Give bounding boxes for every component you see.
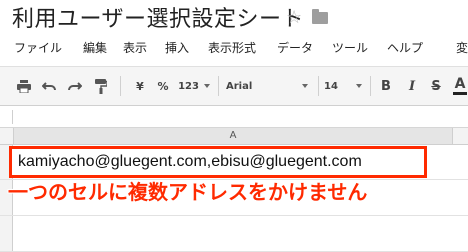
row-divider bbox=[0, 215, 468, 216]
undo-icon bbox=[42, 82, 56, 91]
italic-button[interactable]: I bbox=[404, 67, 420, 105]
chevron-down-icon bbox=[203, 84, 210, 88]
toolbar-divider bbox=[120, 76, 121, 96]
toolbar-divider bbox=[318, 76, 319, 96]
paint-roller-icon bbox=[95, 78, 107, 94]
menu-bar: ファイル 編集 表示 挿入 表示形式 データ ツール ヘルプ 変 bbox=[0, 38, 468, 60]
text-color-button[interactable]: A bbox=[452, 67, 468, 105]
paint-format-button[interactable] bbox=[90, 67, 112, 105]
font-family-select[interactable]: Arial bbox=[226, 67, 314, 105]
text-color-swatch bbox=[453, 92, 467, 95]
strikethrough-button[interactable]: S bbox=[428, 67, 444, 105]
redo-icon bbox=[68, 82, 82, 91]
more-formats-dropdown[interactable]: 123 bbox=[176, 67, 212, 105]
menu-format[interactable]: 表示形式 bbox=[208, 40, 256, 56]
star-icon[interactable]: ☆ bbox=[286, 8, 302, 28]
title-row: 利用ユーザー選択設定シート ☆ bbox=[0, 0, 468, 38]
menu-file[interactable]: ファイル bbox=[14, 40, 62, 56]
formula-bar-divider bbox=[12, 110, 13, 124]
currency-format-button[interactable]: ¥ bbox=[132, 67, 148, 105]
undo-button[interactable] bbox=[38, 67, 60, 105]
toolbar-divider bbox=[218, 76, 219, 96]
toolbar-divider bbox=[370, 76, 371, 96]
cell-a1-value: kamiyacho@gluegent.com,ebisu@gluegent.co… bbox=[18, 153, 362, 170]
document-title[interactable]: 利用ユーザー選択設定シート bbox=[12, 6, 304, 34]
percent-format-button[interactable]: % bbox=[154, 67, 172, 105]
redo-button[interactable] bbox=[64, 67, 86, 105]
chevron-down-icon bbox=[355, 84, 362, 88]
text-color-label: A bbox=[454, 76, 466, 92]
column-header-row: A bbox=[0, 128, 468, 145]
font-size-select[interactable]: 14 bbox=[324, 67, 366, 105]
print-button[interactable] bbox=[13, 67, 35, 105]
annotation-text: 一つのセルに複数アドレスをかけません bbox=[8, 180, 368, 204]
font-size-label: 14 bbox=[324, 80, 338, 92]
font-family-label: Arial bbox=[226, 80, 253, 92]
toolbar: ¥ % 123 Arial 14 B I S A bbox=[0, 66, 468, 106]
menu-insert[interactable]: 挿入 bbox=[165, 40, 189, 56]
folder-icon[interactable] bbox=[312, 9, 328, 24]
bold-button[interactable]: B bbox=[378, 67, 394, 105]
cell-a1[interactable]: kamiyacho@gluegent.com,ebisu@gluegent.co… bbox=[9, 146, 427, 178]
formula-bar[interactable] bbox=[0, 106, 468, 128]
print-icon bbox=[17, 79, 31, 93]
menu-view[interactable]: 表示 bbox=[123, 40, 147, 56]
menu-data[interactable]: データ bbox=[277, 40, 313, 56]
more-formats-label: 123 bbox=[178, 80, 199, 92]
menu-tools[interactable]: ツール bbox=[332, 40, 368, 56]
menu-changes[interactable]: 変 bbox=[456, 40, 468, 56]
menu-edit[interactable]: 編集 bbox=[83, 40, 107, 56]
menu-help[interactable]: ヘルプ bbox=[387, 40, 423, 56]
column-header-a[interactable]: A bbox=[13, 128, 453, 144]
chevron-down-icon bbox=[302, 84, 309, 88]
